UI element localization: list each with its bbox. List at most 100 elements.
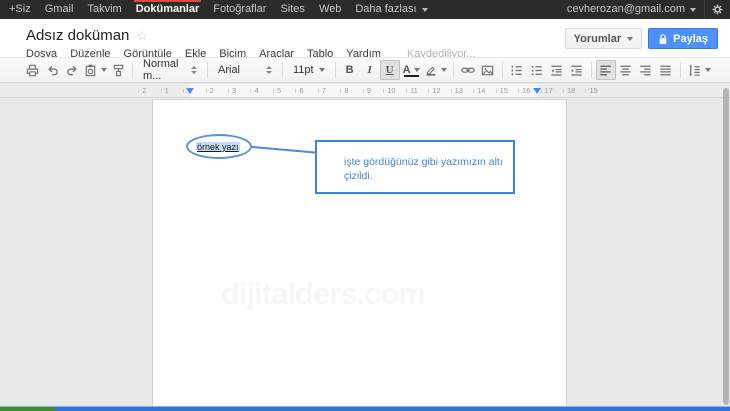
- topbar-item-gmail[interactable]: Gmail: [38, 0, 81, 19]
- align-center-button[interactable]: [616, 60, 636, 80]
- print-icon: [25, 63, 40, 78]
- comments-button-label: Yorumlar: [574, 33, 621, 45]
- chevron-down-icon: [441, 68, 447, 72]
- align-left-button[interactable]: [596, 60, 616, 80]
- google-topbar: +Siz Gmail Takvim Dokümanlar Fotoğraflar…: [0, 0, 730, 19]
- formatting-toolbar: Normal m... Arial 11pt B I U A: [0, 57, 730, 83]
- comments-button[interactable]: Yorumlar: [565, 28, 642, 49]
- bottom-progress-bar[interactable]: [0, 406, 730, 411]
- ruler-number: 8: [333, 84, 355, 98]
- highlight-icon: [424, 63, 438, 77]
- ruler-number: 2: [131, 84, 153, 98]
- bold-button[interactable]: B: [340, 60, 360, 80]
- bold-label: B: [346, 64, 354, 76]
- topbar-item-more-label: Daha fazlası: [355, 0, 416, 19]
- underline-button[interactable]: U: [380, 60, 400, 80]
- ruler-number: 10: [378, 84, 400, 98]
- share-button[interactable]: Paylaş: [648, 28, 718, 49]
- ruler-number: 19: [580, 84, 602, 98]
- share-button-label: Paylaş: [673, 33, 708, 45]
- doc-title-row: Adsız doküman ☆: [26, 27, 148, 44]
- paragraph-style-value: Normal m...: [143, 58, 186, 82]
- document-title[interactable]: Adsız doküman: [26, 27, 129, 44]
- italic-label: I: [367, 64, 371, 76]
- right-margin-marker[interactable]: [533, 88, 541, 94]
- align-right-icon: [638, 63, 653, 78]
- ruler-number: 9: [356, 84, 378, 98]
- chevron-down-icon: [422, 8, 428, 12]
- topbar-item-takvim[interactable]: Takvim: [80, 0, 128, 19]
- paint-format-icon: [111, 63, 126, 78]
- topbar-item-sites[interactable]: Sites: [273, 0, 311, 19]
- document-canvas-area: örnek yazı işte gördüğünüz gibi yazımızı…: [0, 99, 730, 411]
- bullet-list-button[interactable]: [527, 60, 547, 80]
- redo-button[interactable]: [62, 60, 82, 80]
- toolbar-separator: [335, 62, 336, 78]
- chevron-down-icon: [319, 68, 325, 72]
- align-justify-button[interactable]: [656, 60, 676, 80]
- ruler-number: 15: [491, 84, 513, 98]
- topbar-item-fotograflar[interactable]: Fotoğraflar: [206, 0, 273, 19]
- updown-icon: [266, 66, 272, 74]
- settings-gear-button[interactable]: [704, 0, 730, 19]
- ruler-number: 2: [198, 84, 220, 98]
- document-page[interactable]: örnek yazı işte gördüğünüz gibi yazımızı…: [152, 99, 567, 411]
- header-buttons: Yorumlar Paylaş: [565, 28, 718, 49]
- ruler-number: 11: [401, 84, 423, 98]
- font-size-dropdown[interactable]: 11pt: [287, 60, 331, 80]
- highlight-color-button[interactable]: [423, 60, 449, 80]
- chevron-down-icon: [101, 68, 107, 72]
- line-spacing-button[interactable]: [685, 60, 713, 80]
- ruler-number: 18: [558, 84, 580, 98]
- topbar-item-plus-siz[interactable]: +Siz: [0, 0, 38, 19]
- active-tab-underline: [134, 0, 202, 2]
- topbar-right: cevherozan@gmail.com: [559, 0, 730, 19]
- account-menu[interactable]: cevherozan@gmail.com: [559, 0, 704, 19]
- underline-label: U: [386, 64, 394, 76]
- star-icon[interactable]: ☆: [136, 29, 148, 42]
- annotation-callout-box: işte gördüğünüz gibi yazımızın altı çizi…: [315, 140, 515, 194]
- topbar-item-dokumanlar[interactable]: Dokümanlar: [129, 0, 207, 19]
- gear-icon: [711, 3, 724, 16]
- paragraph-style-dropdown[interactable]: Normal m...: [137, 60, 203, 80]
- toolbar-separator: [502, 62, 503, 78]
- topbar-item-more[interactable]: Daha fazlası: [348, 0, 434, 19]
- indent-icon: [569, 63, 584, 78]
- align-justify-icon: [658, 63, 673, 78]
- web-clipboard-button[interactable]: [82, 60, 108, 80]
- text-color-button[interactable]: A: [400, 60, 423, 80]
- document-header: Adsız doküman ☆ Dosya Düzenle Görüntüle …: [0, 19, 730, 57]
- numbered-list-button[interactable]: [507, 60, 527, 80]
- lock-icon: [658, 33, 668, 45]
- topbar-item-web[interactable]: Web: [312, 0, 348, 19]
- annotation-connector-line: [252, 146, 316, 154]
- left-margin-marker[interactable]: [186, 88, 194, 94]
- print-button[interactable]: [22, 60, 42, 80]
- toolbar-separator: [282, 62, 283, 78]
- italic-button[interactable]: I: [360, 60, 380, 80]
- font-size-value: 11pt: [293, 64, 314, 76]
- ruler-number: 7: [311, 84, 333, 98]
- web-clipboard-icon: [83, 63, 98, 78]
- ruler[interactable]: 2 1 1 2 3 4 5 6 7 8 9 10 11 12 13 14 15 …: [0, 84, 730, 98]
- insert-image-button[interactable]: [478, 60, 498, 80]
- chevron-down-icon: [705, 68, 711, 72]
- font-family-dropdown[interactable]: Arial: [212, 60, 278, 80]
- undo-button[interactable]: [42, 60, 62, 80]
- ruler-number: 3: [221, 84, 243, 98]
- increase-indent-button[interactable]: [567, 60, 587, 80]
- watermark-text: dijitalders.com: [221, 276, 425, 312]
- align-left-icon: [598, 63, 613, 78]
- decrease-indent-button[interactable]: [547, 60, 567, 80]
- redo-icon: [65, 63, 80, 78]
- chevron-down-icon: [690, 8, 696, 12]
- paint-format-button[interactable]: [108, 60, 128, 80]
- toolbar-separator: [453, 62, 454, 78]
- insert-link-button[interactable]: [458, 60, 478, 80]
- chevron-down-icon: [414, 68, 420, 72]
- vertical-scrollbar[interactable]: [723, 88, 729, 405]
- toolbar-separator: [680, 62, 681, 78]
- ruler-number: 5: [266, 84, 288, 98]
- ruler-number: 13: [446, 84, 468, 98]
- align-right-button[interactable]: [636, 60, 656, 80]
